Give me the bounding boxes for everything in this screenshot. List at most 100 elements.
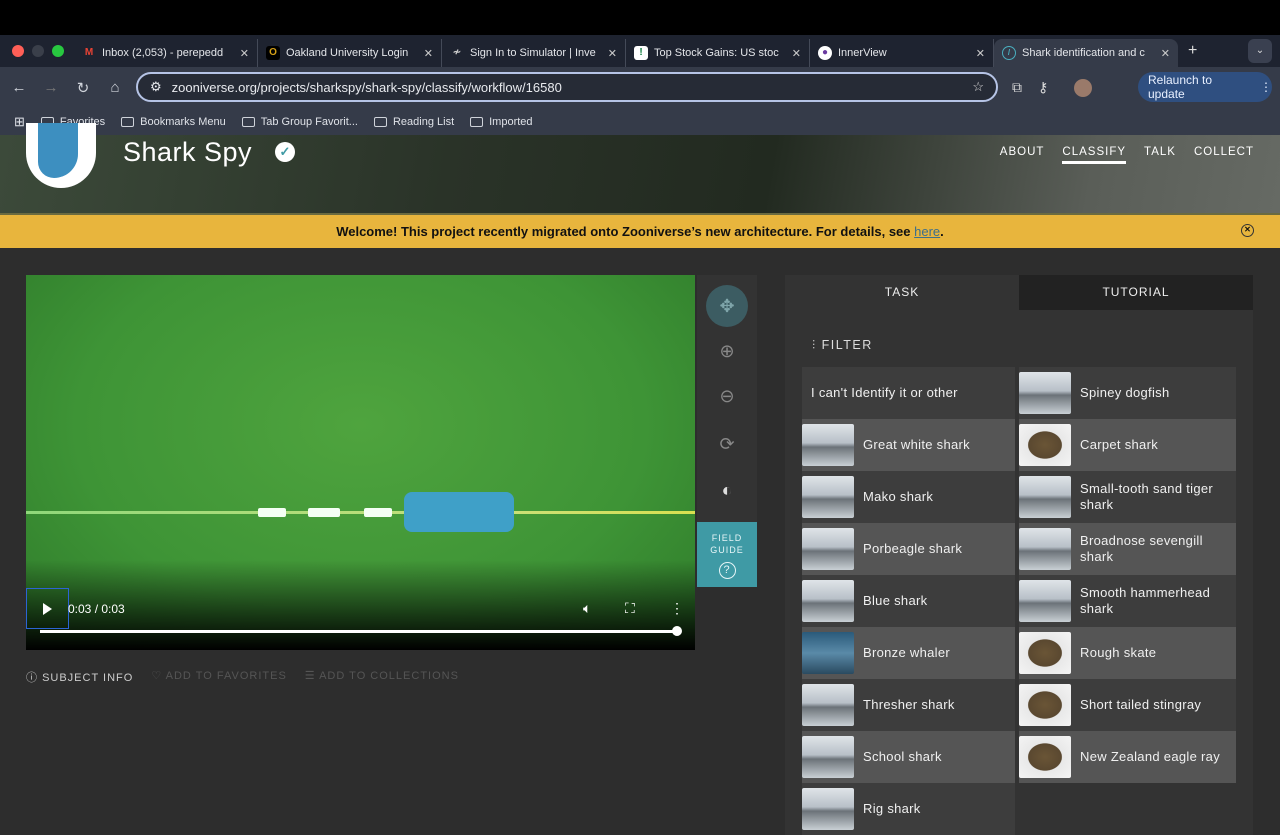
add-to-favorites-button[interactable]: ♡ ADD TO FAVORITES — [151, 669, 286, 685]
species-grid: I can't Identify it or other Spiney dogfi… — [802, 367, 1236, 835]
species-option[interactable]: Porbeagle shark — [802, 523, 1015, 575]
close-banner-icon[interactable]: ✕ — [1241, 224, 1254, 237]
folder-icon — [470, 116, 484, 127]
invert-contrast-icon[interactable]: ◐ — [706, 469, 748, 511]
more-menu-icon[interactable]: ⋮ — [1260, 80, 1272, 94]
new-tab-button[interactable]: + — [1188, 42, 1197, 60]
add-to-collections-button[interactable]: ☰ ADD TO COLLECTIONS — [305, 669, 459, 685]
light-stick — [308, 508, 340, 517]
back-icon[interactable]: ← — [3, 79, 35, 96]
profile-avatar[interactable] — [1074, 78, 1093, 97]
species-option[interactable]: Rig shark — [802, 783, 1015, 835]
screen-top — [0, 0, 1280, 35]
video-progress-bar[interactable] — [40, 626, 682, 636]
tab-tutorial[interactable]: TUTORIAL — [1019, 275, 1253, 310]
zoom-out-icon[interactable]: ⊖ — [706, 375, 748, 417]
subject-video[interactable]: 0:03 / 0:03 🔈︎ ⛶ ⋮ — [26, 275, 695, 650]
apps-grid-icon[interactable]: ⊞ — [14, 114, 25, 130]
address-bar[interactable]: ⚙ zooniverse.org/projects/sharkspy/shark… — [136, 72, 998, 102]
fullscreen-icon[interactable]: ⛶ — [625, 600, 635, 617]
url-text[interactable]: zooniverse.org/projects/sharkspy/shark-s… — [172, 80, 562, 95]
reload-icon[interactable]: ↻ — [67, 79, 99, 97]
relaunch-button[interactable]: Relaunch to update ⋮ — [1138, 72, 1272, 102]
tab-search-chevron-icon[interactable]: ⌄ — [1248, 39, 1272, 63]
species-option[interactable]: Spiney dogfish — [1019, 367, 1236, 419]
video-time: 0:03 / 0:03 — [68, 602, 125, 616]
rotate-icon[interactable]: ⟳ — [706, 423, 748, 465]
bookmark-folder[interactable]: Imported — [470, 116, 533, 128]
nav-classify[interactable]: CLASSIFY — [1062, 146, 1127, 164]
bookmark-folder[interactable]: Tab Group Favorit... — [241, 116, 358, 128]
species-option[interactable]: School shark — [802, 731, 1015, 783]
site-settings-icon[interactable]: ⚙ — [150, 79, 162, 95]
species-thumbnail — [1019, 684, 1071, 726]
close-tab-icon[interactable]: ✕ — [976, 47, 985, 60]
browser-tab[interactable]: ≁ Sign In to Simulator | Inve ✕ — [442, 39, 626, 67]
rope — [26, 511, 695, 514]
tab-task[interactable]: TASK — [785, 275, 1019, 310]
close-tab-icon[interactable]: ✕ — [240, 47, 249, 60]
species-label: Thresher shark — [863, 697, 955, 712]
close-tab-icon[interactable]: ✕ — [1161, 47, 1170, 60]
species-option[interactable]: I can't Identify it or other — [802, 367, 1015, 419]
species-thumbnail — [1019, 372, 1071, 414]
field-guide-button[interactable]: FIELD GUIDE ? — [697, 522, 757, 587]
nav-collect[interactable]: COLLECT — [1194, 146, 1254, 164]
project-logo[interactable] — [26, 123, 96, 188]
species-option[interactable]: Carpet shark — [1019, 419, 1236, 471]
species-option[interactable]: Great white shark — [802, 419, 1015, 471]
bookmark-folder[interactable]: Reading List — [373, 116, 454, 128]
species-option[interactable]: Small-tooth sand tiger shark — [1019, 471, 1236, 523]
bookmark-folder[interactable]: Bookmarks Menu — [121, 116, 226, 128]
species-label: Spiney dogfish — [1080, 385, 1170, 400]
species-thumbnail — [802, 632, 854, 674]
verified-check-icon: ✓ — [275, 142, 295, 162]
passwords-key-icon[interactable]: ⚷ — [1038, 79, 1048, 96]
banner-link[interactable]: here — [914, 224, 940, 239]
species-option[interactable]: Bronze whaler — [802, 627, 1015, 679]
species-option[interactable]: Blue shark — [802, 575, 1015, 627]
species-thumbnail — [802, 736, 854, 778]
browser-tab[interactable]: ● InnerView ✕ — [810, 39, 994, 67]
browser-tab[interactable]: ! Top Stock Gains: US stoc ✕ — [626, 39, 810, 67]
species-option[interactable]: Smooth hammerhead shark — [1019, 575, 1236, 627]
species-label: Small-tooth sand tiger shark — [1080, 481, 1214, 512]
innerview-icon: ● — [818, 46, 832, 60]
close-tab-icon[interactable]: ✕ — [608, 47, 617, 60]
home-icon[interactable]: ⌂ — [99, 79, 131, 96]
species-option[interactable]: Mako shark — [802, 471, 1015, 523]
folder-icon — [121, 116, 135, 127]
species-option[interactable]: Thresher shark — [802, 679, 1015, 731]
close-tab-icon[interactable]: ✕ — [424, 47, 433, 60]
species-option[interactable]: Rough skate — [1019, 627, 1236, 679]
species-option[interactable]: Broadnose sevengill shark — [1019, 523, 1236, 575]
subject-info-button[interactable]: ⓘ SUBJECT INFO — [26, 669, 133, 685]
volume-icon[interactable]: 🔈︎ — [583, 600, 591, 617]
species-label: School shark — [863, 749, 942, 764]
play-button[interactable] — [26, 588, 69, 629]
filter-button[interactable]: ⫶ FILTER — [812, 338, 873, 353]
zoom-in-icon[interactable]: ⊕ — [706, 330, 748, 372]
browser-tab[interactable]: O Oakland University Login ✕ — [258, 39, 442, 67]
sliders-icon: ⫶ — [812, 338, 817, 352]
browser-tab-active[interactable]: / Shark identification and c ✕ — [994, 39, 1178, 67]
bookmark-star-icon[interactable]: ☆ — [972, 79, 984, 95]
species-option[interactable]: Short tailed stingray — [1019, 679, 1236, 731]
video-options-icon[interactable]: ⋮ — [670, 600, 684, 617]
project-title[interactable]: Shark Spy — [123, 137, 252, 168]
close-tab-icon[interactable]: ✕ — [792, 47, 801, 60]
browser-tab[interactable]: M Inbox (2,053) - perepedd ✕ — [74, 39, 258, 67]
window-controls[interactable] — [0, 45, 74, 57]
species-label: Rough skate — [1080, 645, 1157, 660]
species-label: Rig shark — [863, 801, 921, 816]
nav-about[interactable]: ABOUT — [1000, 146, 1045, 164]
forward-icon[interactable]: → — [35, 79, 67, 96]
move-icon[interactable]: ✥ — [706, 285, 748, 327]
gmail-icon: M — [84, 47, 94, 58]
play-icon — [43, 602, 52, 615]
species-option[interactable]: New Zealand eagle ray — [1019, 731, 1236, 783]
extensions-icon[interactable]: ⧉ — [1012, 79, 1022, 96]
help-icon: ? — [718, 562, 736, 579]
nav-talk[interactable]: TALK — [1144, 146, 1176, 164]
ou-icon: O — [266, 46, 280, 60]
